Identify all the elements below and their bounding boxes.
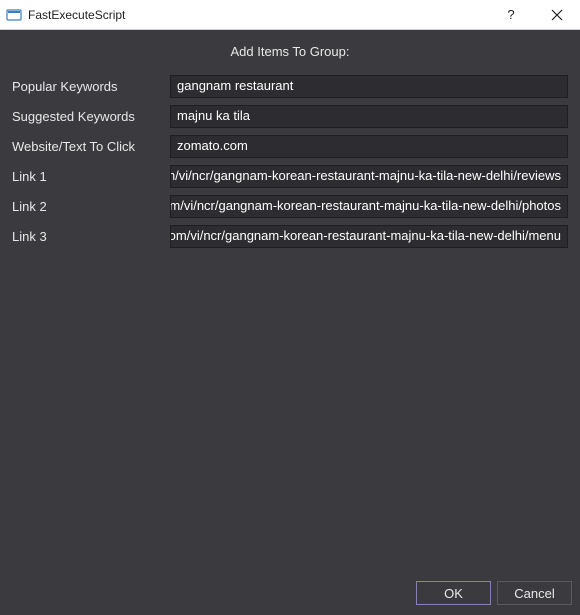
app-icon xyxy=(6,7,22,23)
label-link-2: Link 2 xyxy=(12,199,170,214)
row-suggested-keywords: Suggested Keywords majnu ka tila xyxy=(12,105,568,128)
row-link-2: Link 2 :om/vi/ncr/gangnam-korean-restaur… xyxy=(12,195,568,218)
form-rows: Popular Keywords gangnam restaurant Sugg… xyxy=(12,75,568,248)
dialog-heading: Add Items To Group: xyxy=(12,44,568,59)
label-suggested-keywords: Suggested Keywords xyxy=(12,109,170,124)
window-title: FastExecuteScript xyxy=(28,8,488,22)
row-link-1: Link 1 om/vi/ncr/gangnam-korean-restaura… xyxy=(12,165,568,188)
label-link-1: Link 1 xyxy=(12,169,170,184)
ok-button[interactable]: OK xyxy=(416,581,491,605)
dialog-footer: OK Cancel xyxy=(0,571,580,615)
dialog-content: Add Items To Group: Popular Keywords gan… xyxy=(0,30,580,571)
label-popular-keywords: Popular Keywords xyxy=(12,79,170,94)
titlebar: FastExecuteScript ? xyxy=(0,0,580,30)
row-popular-keywords: Popular Keywords gangnam restaurant xyxy=(12,75,568,98)
label-website-text: Website/Text To Click xyxy=(12,139,170,154)
close-icon xyxy=(551,9,563,21)
input-website-text[interactable]: zomato.com xyxy=(170,135,568,158)
input-popular-keywords[interactable]: gangnam restaurant xyxy=(170,75,568,98)
input-suggested-keywords[interactable]: majnu ka tila xyxy=(170,105,568,128)
row-link-3: Link 3 .com/vi/ncr/gangnam-korean-restau… xyxy=(12,225,568,248)
help-button[interactable]: ? xyxy=(488,0,534,30)
cancel-button[interactable]: Cancel xyxy=(497,581,572,605)
row-website-text: Website/Text To Click zomato.com xyxy=(12,135,568,158)
input-link-3[interactable]: .com/vi/ncr/gangnam-korean-restaurant-ma… xyxy=(170,225,568,248)
label-link-3: Link 3 xyxy=(12,229,170,244)
input-link-1[interactable]: om/vi/ncr/gangnam-korean-restaurant-majn… xyxy=(170,165,568,188)
input-link-2[interactable]: :om/vi/ncr/gangnam-korean-restaurant-maj… xyxy=(170,195,568,218)
close-button[interactable] xyxy=(534,0,580,30)
